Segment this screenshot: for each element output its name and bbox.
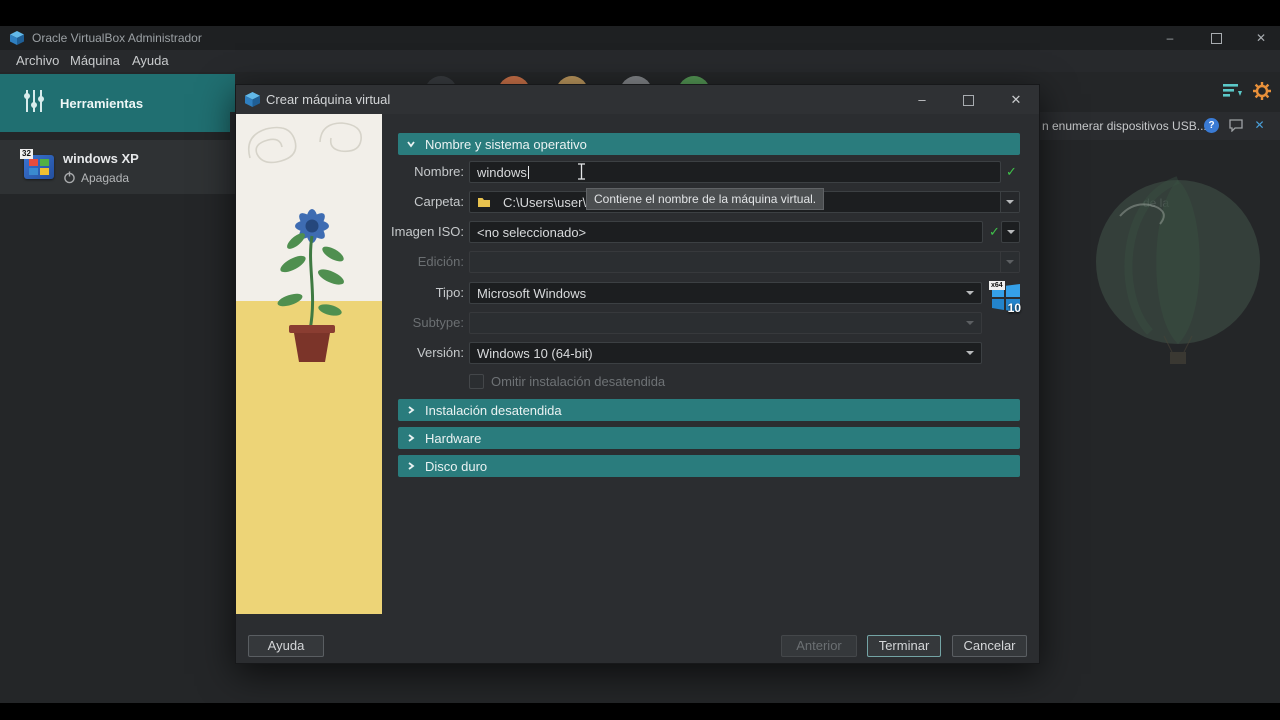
help-button[interactable]: Ayuda (248, 635, 324, 657)
sort-columns-icon[interactable] (1222, 83, 1242, 104)
iso-dropdown-button[interactable] (1001, 221, 1020, 243)
section-disk-label: Disco duro (425, 458, 488, 474)
window-minimize-icon[interactable]: – (1150, 26, 1190, 50)
dialog-titlebar: Crear máquina virtual – ✕ (236, 85, 1039, 114)
edition-label: Edición: (417, 254, 464, 269)
type-combo[interactable]: Microsoft Windows (469, 282, 982, 304)
virtualbox-logo-icon (245, 92, 260, 112)
chevron-down-icon (1006, 230, 1015, 234)
name-input[interactable]: windows (469, 161, 1001, 183)
notification-close-icon[interactable]: ✕ (1252, 118, 1267, 133)
vm-name: windows XP (63, 151, 139, 166)
chat-bubble-icon[interactable] (1228, 119, 1243, 134)
gear-icon[interactable] (1252, 81, 1272, 106)
vm-os-icon: 32 (20, 149, 58, 185)
arch-badge: x64 (989, 281, 1005, 290)
sliders-icon (22, 88, 46, 119)
letterbox-bottom (0, 703, 1280, 720)
menu-ayuda[interactable]: Ayuda (126, 50, 175, 72)
name-value: windows (477, 164, 527, 180)
folder-label: Carpeta: (414, 194, 464, 209)
subtype-combo (469, 312, 982, 334)
folder-dropdown-button[interactable] (1000, 192, 1019, 212)
version-value: Windows 10 (64-bit) (477, 345, 593, 361)
section-disk[interactable]: Disco duro (398, 455, 1020, 477)
edition-combo (469, 251, 1020, 273)
chevron-down-icon (966, 291, 974, 295)
text-caret (527, 165, 529, 179)
section-hardware[interactable]: Hardware (398, 427, 1020, 449)
ibeam-cursor-icon (577, 163, 586, 185)
version-combo[interactable]: Windows 10 (64-bit) (469, 342, 982, 364)
create-vm-dialog: Crear máquina virtual – ✕ Nombre y siste… (235, 84, 1040, 664)
notification-text: n enumerar dispositivos USB... (1042, 119, 1207, 133)
screen: Oracle VirtualBox Administrador – ✕ Arch… (0, 0, 1280, 720)
section-hardware-label: Hardware (425, 430, 482, 446)
os-number: 10 (1007, 301, 1021, 315)
section-unattended-label: Instalación desatendida (425, 402, 562, 418)
valid-check-icon: ✓ (1006, 164, 1017, 179)
iso-label: Imagen ISO: (391, 224, 464, 239)
tooltip: Contiene el nombre de la máquina virtual… (586, 188, 825, 210)
cancel-button[interactable]: Cancelar (952, 635, 1027, 657)
back-button: Anterior (781, 635, 857, 657)
folder-icon (477, 196, 491, 208)
iso-value: <no seleccionado> (477, 224, 587, 240)
dialog-minimize-icon[interactable]: – (899, 85, 945, 114)
chevron-down-icon (407, 141, 415, 148)
chevron-down-icon (966, 351, 974, 355)
edition-dropdown-button (1000, 252, 1019, 272)
help-question-icon[interactable]: ? (1204, 118, 1219, 133)
window-maximize-icon[interactable] (1196, 26, 1236, 50)
vm-list-item[interactable]: 32 windows XP Apagada (0, 140, 235, 194)
dialog-title: Crear máquina virtual (266, 92, 391, 107)
vm-arch-badge: 32 (20, 149, 33, 159)
virtualbox-logo-icon (10, 31, 24, 50)
skip-unattended-label: Omitir instalación desatendida (491, 374, 666, 389)
power-icon (63, 171, 76, 189)
letterbox-top (0, 0, 1280, 26)
menu-maquina[interactable]: Máquina (64, 50, 126, 72)
type-value: Microsoft Windows (477, 285, 587, 301)
iso-combo[interactable]: <no seleccionado> (469, 221, 983, 243)
subtype-label: Subtype: (412, 315, 464, 330)
section-name-os-label: Nombre y sistema operativo (425, 136, 587, 152)
chevron-right-icon (408, 434, 415, 442)
finish-button[interactable]: Terminar (867, 635, 941, 657)
sidebar-tools-label: Herramientas (60, 95, 144, 111)
dialog-maximize-icon[interactable] (945, 85, 991, 114)
chevron-down-icon (1006, 200, 1014, 204)
vm-status: Apagada (81, 171, 130, 185)
chevron-right-icon (408, 406, 415, 414)
dialog-close-icon[interactable]: ✕ (993, 85, 1039, 114)
section-unattended[interactable]: Instalación desatendida (398, 399, 1020, 421)
valid-check-icon: ✓ (989, 224, 1000, 239)
skip-unattended-checkbox (469, 374, 484, 389)
chevron-right-icon (408, 462, 415, 470)
type-label: Tipo: (435, 285, 464, 300)
sidebar-tools-header[interactable]: Herramientas (0, 74, 235, 132)
window-close-icon[interactable]: ✕ (1242, 26, 1280, 50)
os-version-icon: x64 10 (989, 281, 1022, 315)
chevron-down-icon (1006, 260, 1014, 264)
balloon-illustration (1090, 176, 1270, 381)
window-titlebar: Oracle VirtualBox Administrador – ✕ (0, 26, 1280, 50)
name-label: Nombre: (414, 164, 464, 179)
version-label: Versión: (417, 345, 464, 360)
section-name-os[interactable]: Nombre y sistema operativo (398, 133, 1020, 155)
dialog-illustration (236, 114, 382, 614)
menu-archivo[interactable]: Archivo (10, 50, 65, 72)
chevron-down-icon (966, 321, 974, 325)
window-title: Oracle VirtualBox Administrador (32, 31, 202, 45)
window-menubar: Archivo Máquina Ayuda (0, 50, 1280, 72)
